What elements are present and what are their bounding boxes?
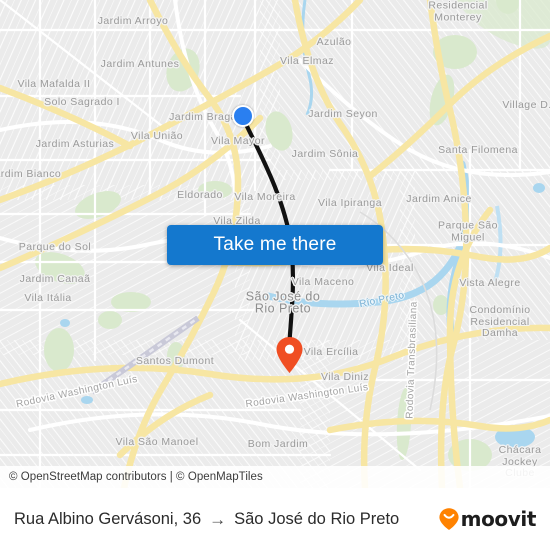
moovit-logo[interactable]: moovit	[438, 507, 536, 531]
moovit-pin-icon	[439, 508, 459, 530]
destination-name: São José do Rio Preto	[234, 509, 400, 528]
take-me-there-label: Take me there	[213, 234, 337, 255]
origin-marker-icon[interactable]	[232, 105, 254, 127]
footer-bar: Rua Albino Gervásoni, 36 → São José do R…	[0, 488, 550, 550]
destination-pin-icon[interactable]	[275, 336, 304, 374]
take-me-there-button[interactable]: Take me there	[167, 225, 383, 265]
map-canvas[interactable]: Jardim Arroyo Jardim Antunes Vila Mafald…	[0, 0, 550, 488]
arrow-right-icon: →	[209, 509, 227, 529]
trip-summary: Rua Albino Gervásoni, 36 → São José do R…	[14, 510, 438, 529]
map-attribution-text[interactable]: © OpenStreetMap contributors | © OpenMap…	[9, 471, 263, 483]
origin-address: Rua Albino Gervásoni, 36	[14, 509, 202, 528]
map-attribution: © OpenStreetMap contributors | © OpenMap…	[0, 466, 550, 488]
moovit-trip-screenshot: Jardim Arroyo Jardim Antunes Vila Mafald…	[0, 0, 550, 550]
pin-glyph	[276, 337, 303, 373]
moovit-wordmark: moovit	[460, 507, 537, 531]
